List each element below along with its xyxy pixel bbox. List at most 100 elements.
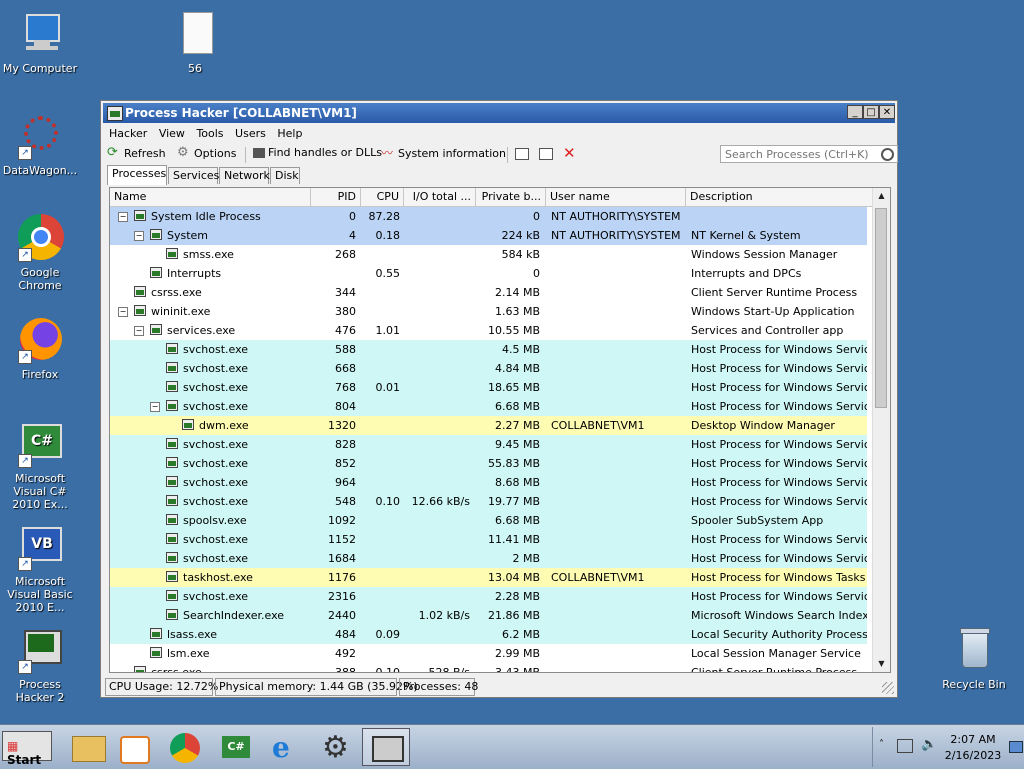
desktop-icon-file-56[interactable]: 56 [155, 10, 235, 75]
process-row[interactable]: lsass.exe 484 0.09 6.2 MB Local Security Aut… [110, 625, 867, 644]
process-private-bytes: 19.77 MB [487, 495, 540, 508]
process-row[interactable]: svchost.exe 668 4.84 MB Host Process for Wi… [110, 359, 867, 378]
show-desktop-icon[interactable] [1009, 741, 1023, 753]
options-button[interactable]: ⚙ Options [177, 146, 236, 160]
collapse-toggle-icon[interactable]: − [134, 326, 144, 336]
desktop-icon-visual-basic[interactable]: VB ↗ Microsoft Visual Basic 2010 E... [0, 523, 80, 614]
column-header-name[interactable]: Name [110, 188, 311, 206]
process-name: csrss.exe [151, 286, 202, 299]
column-header-cpu[interactable]: CPU [361, 188, 404, 206]
taskbar-explorer-button[interactable] [66, 728, 110, 766]
collapse-toggle-icon[interactable]: − [134, 231, 144, 241]
find-handles-button[interactable]: Find handles or DLLs [253, 146, 382, 159]
taskbar-internet-explorer-button[interactable]: e [266, 728, 310, 766]
tab-disk[interactable]: Disk [270, 167, 300, 184]
scroll-up-arrow-icon[interactable]: ▲ [873, 188, 890, 204]
close-button[interactable]: ✕ [879, 105, 895, 119]
tab-processes[interactable]: Processes [107, 165, 167, 185]
clock-time[interactable]: 2:07 AM [943, 733, 1003, 746]
collapse-toggle-icon[interactable]: − [118, 307, 128, 317]
process-row[interactable]: lsm.exe 492 2.99 MB Local Session Manager S… [110, 644, 867, 663]
system-information-button[interactable]: 〰 System information [381, 146, 506, 160]
process-row[interactable]: spoolsv.exe 1092 6.68 MB Spooler SubSystem … [110, 511, 867, 530]
process-row[interactable]: − System Idle Process 0 87.28 0 NT AUTHORITY\… [110, 207, 867, 226]
process-row[interactable]: Interrupts 0.55 0 Interrupts and DPCs [110, 264, 867, 283]
process-icon [166, 248, 178, 259]
column-header-user-name[interactable]: User name [546, 188, 686, 206]
desktop-icon-chrome[interactable]: ↗ Google Chrome [0, 214, 80, 292]
menu-help[interactable]: Help [273, 125, 306, 142]
process-row[interactable]: svchost.exe 768 0.01 18.65 MB Host Process f… [110, 378, 867, 397]
terminate-icon[interactable]: ✕ [563, 145, 577, 161]
process-pid: 388 [335, 666, 356, 673]
desktop-icon-recycle-bin[interactable]: Recycle Bin [934, 626, 1014, 691]
desktop-icon-firefox[interactable]: ↗ Firefox [0, 316, 80, 381]
process-pid: 964 [335, 476, 356, 489]
tab-network[interactable]: Network [219, 167, 270, 184]
process-name: dwm.exe [199, 419, 249, 432]
taskbar-chrome-button[interactable] [164, 728, 208, 766]
process-cpu [361, 340, 400, 359]
process-row[interactable]: svchost.exe 588 4.5 MB Host Process for Win… [110, 340, 867, 359]
column-header-private-bytes[interactable]: Private b... [476, 188, 546, 206]
collapse-toggle-icon[interactable]: − [118, 212, 128, 222]
process-row[interactable]: svchost.exe 964 8.68 MB Host Process for Wi… [110, 473, 867, 492]
menu-hacker[interactable]: Hacker [105, 125, 151, 142]
process-row[interactable]: svchost.exe 2316 2.28 MB Host Process for W… [110, 587, 867, 606]
process-row[interactable]: taskhost.exe 1176 13.04 MB COLLABNET\VM1 Hos… [110, 568, 867, 587]
process-tree[interactable]: Name PID CPU I/O total ... Private b... … [109, 187, 891, 673]
menu-tools[interactable]: Tools [192, 125, 227, 142]
process-pid: 2316 [328, 590, 356, 603]
menu-view[interactable]: View [155, 125, 189, 142]
process-row[interactable]: svchost.exe 828 9.45 MB Host Process for Wi… [110, 435, 867, 454]
taskbar-media-player-button[interactable] [112, 728, 156, 766]
desktop-icon-my-computer[interactable]: My Computer [0, 10, 80, 75]
process-row[interactable]: csrss.exe 344 2.14 MB Client Server Runtime… [110, 283, 867, 302]
collapse-toggle-icon[interactable]: − [150, 402, 160, 412]
desktop-icon-visual-csharp[interactable]: C# ↗ Microsoft Visual C# 2010 Ex... [0, 420, 80, 511]
scroll-down-arrow-icon[interactable]: ▼ [873, 656, 890, 672]
show-hidden-icons-icon[interactable]: ˄ [879, 739, 884, 750]
tab-services[interactable]: Services [168, 167, 219, 184]
clock-date[interactable]: 2/16/2023 [943, 749, 1003, 762]
process-row[interactable]: smss.exe 268 584 kB Windows Session Manager [110, 245, 867, 264]
vertical-scrollbar[interactable]: ▲ ▼ [872, 188, 890, 672]
taskbar-visual-csharp-button[interactable]: C# [216, 728, 260, 766]
process-row[interactable]: SearchIndexer.exe 2440 1.02 kB/s 21.86 MB Mi… [110, 606, 867, 625]
refresh-button[interactable]: ⟳ Refresh [107, 146, 166, 160]
process-row[interactable]: svchost.exe 548 0.10 12.66 kB/s 19.77 MB Host… [110, 492, 867, 511]
process-row[interactable]: dwm.exe 1320 2.27 MB COLLABNET\VM1 Desktop W… [110, 416, 867, 435]
process-row[interactable]: − System 4 0.18 224 kB NT AUTHORITY\SYSTEM NT … [110, 226, 867, 245]
start-button[interactable]: ▦ Start [2, 731, 52, 767]
title-bar[interactable]: Process Hacker [COLLABNET\VM1] _ □ ✕ [103, 103, 895, 123]
column-header-description[interactable]: Description [686, 188, 876, 206]
menu-users[interactable]: Users [231, 125, 270, 142]
column-header-pid[interactable]: PID [311, 188, 361, 206]
process-row[interactable]: − svchost.exe 804 6.68 MB Host Process for W… [110, 397, 867, 416]
maximize-button[interactable]: □ [863, 105, 879, 119]
process-private-bytes: 2.27 MB [494, 419, 540, 432]
taskbar-process-hacker-button[interactable] [362, 728, 410, 766]
internet-explorer-icon: e [272, 731, 290, 764]
column-header-io[interactable]: I/O total ... [404, 188, 476, 206]
network-icon[interactable] [897, 739, 913, 753]
search-icon[interactable] [881, 148, 894, 161]
window-target-icon[interactable] [539, 148, 553, 160]
resize-grip[interactable] [882, 682, 894, 694]
process-row[interactable]: − wininit.exe 380 1.63 MB Windows Start-Up A… [110, 302, 867, 321]
process-row[interactable]: svchost.exe 1684 2 MB Host Process for Wind… [110, 549, 867, 568]
minimize-button[interactable]: _ [847, 105, 863, 119]
process-row[interactable]: csrss.exe 388 0.10 528 B/s 3.43 MB Client Ser… [110, 663, 867, 673]
taskbar-settings-button[interactable]: ⚙ [316, 728, 360, 766]
process-row[interactable]: svchost.exe 1152 11.41 MB Host Process for … [110, 530, 867, 549]
scrollbar-thumb[interactable] [875, 208, 887, 408]
process-description: Host Process for Windows Services [691, 343, 867, 356]
desktop-icon-process-hacker[interactable]: ↗ Process Hacker 2 [0, 626, 80, 704]
desktop-icon-datawagon[interactable]: ↗ DataWagon... [0, 112, 80, 177]
process-name: SearchIndexer.exe [183, 609, 285, 622]
window-icon[interactable] [515, 148, 529, 160]
search-input[interactable] [720, 145, 898, 163]
process-row[interactable]: svchost.exe 852 55.83 MB Host Process for W… [110, 454, 867, 473]
volume-icon[interactable]: 🔈 [921, 737, 937, 752]
process-row[interactable]: − services.exe 476 1.01 10.55 MB Services and… [110, 321, 867, 340]
